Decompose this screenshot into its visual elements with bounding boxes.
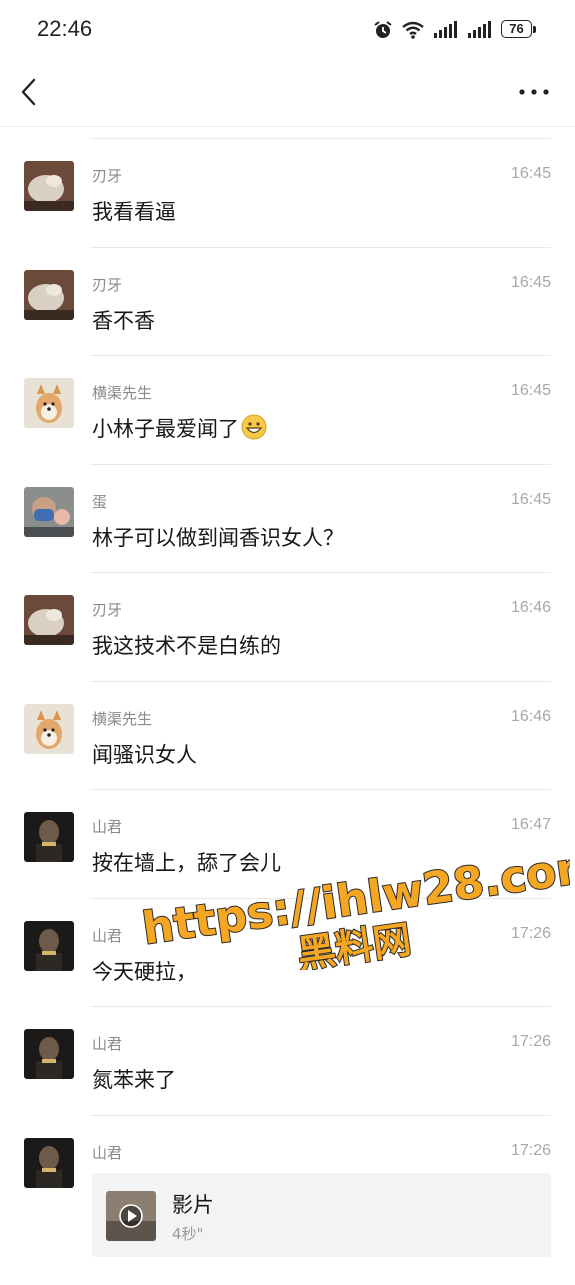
message-item[interactable]: 山君 17:26 影片 4秒" bbox=[0, 1114, 575, 1285]
message-list: 刃牙 16:45 我看看逼 刃牙 16:45 香不香 横渠先生 16:45 小林… bbox=[0, 138, 575, 1285]
sender-name: 蛋 bbox=[92, 492, 108, 511]
message-time: 16:45 bbox=[510, 273, 551, 291]
sender-name: 山君 bbox=[92, 926, 123, 945]
message-time: 16:46 bbox=[510, 707, 551, 725]
dog-avatar[interactable] bbox=[24, 378, 74, 428]
signal-icon-sim1 bbox=[434, 21, 457, 38]
divider bbox=[90, 1114, 551, 1116]
dog-avatar[interactable] bbox=[24, 703, 74, 754]
sender-name: 山君 bbox=[92, 1035, 123, 1053]
video-message-card[interactable]: 影片 4秒" bbox=[92, 1172, 551, 1257]
dark-portrait-avatar[interactable] bbox=[24, 920, 74, 971]
message-time: 17:26 bbox=[510, 924, 551, 942]
message-time: 16:47 bbox=[510, 816, 551, 833]
more-dots-icon bbox=[519, 89, 549, 95]
dark-portrait-avatar[interactable] bbox=[24, 1029, 74, 1079]
alarm-icon bbox=[374, 21, 392, 38]
signal-icon-sim2 bbox=[468, 21, 491, 38]
status-icons: 76 bbox=[373, 18, 537, 42]
back-button[interactable] bbox=[16, 74, 46, 110]
message-item[interactable]: 山君 17:26 氮苯来了 bbox=[0, 1006, 575, 1115]
divider bbox=[90, 680, 551, 682]
wifi-icon bbox=[402, 21, 424, 39]
battery-level: 76 bbox=[509, 21, 524, 36]
cat-avatar[interactable] bbox=[24, 595, 74, 645]
divider bbox=[90, 355, 551, 356]
cat-avatar[interactable] bbox=[24, 161, 74, 211]
sender-name: 刃牙 bbox=[92, 601, 123, 619]
message-item[interactable]: 横渠先生 16:46 闻骚识女人 bbox=[0, 680, 575, 790]
divider bbox=[90, 789, 551, 790]
divider bbox=[90, 246, 551, 248]
message-text[interactable]: 小林子最爱闻了 bbox=[92, 413, 267, 443]
message-text[interactable]: 闻骚识女人 bbox=[92, 739, 197, 769]
message-text[interactable]: 今天硬拉， bbox=[92, 956, 197, 986]
message-text[interactable]: 氮苯来了 bbox=[92, 1064, 176, 1094]
message-time: 17:26 bbox=[510, 1033, 551, 1050]
message-time: 17:26 bbox=[510, 1141, 551, 1159]
message-text[interactable]: 我这技术不是白练的 bbox=[92, 630, 281, 660]
message-item[interactable]: 山君 17:26 今天硬拉， bbox=[0, 897, 575, 1007]
dark-portrait-avatar[interactable] bbox=[24, 1137, 74, 1188]
message-time: 16:45 bbox=[510, 382, 551, 399]
sender-name: 横渠先生 bbox=[92, 384, 153, 402]
sender-name: 山君 bbox=[92, 818, 123, 836]
message-time: 16:46 bbox=[510, 599, 551, 616]
message-time: 16:45 bbox=[510, 165, 551, 182]
video-thumbnail[interactable] bbox=[106, 1190, 156, 1241]
status-bar: 22:46 76 bbox=[0, 0, 575, 60]
message-time: 16:45 bbox=[510, 490, 551, 508]
sender-name: 刃牙 bbox=[92, 167, 123, 185]
grinning-face-emoji bbox=[241, 414, 267, 440]
divider bbox=[90, 1006, 551, 1007]
message-item[interactable]: 刃牙 16:45 我看看逼 bbox=[0, 138, 575, 247]
sender-name: 刃牙 bbox=[92, 275, 123, 294]
cat-avatar[interactable] bbox=[24, 269, 74, 320]
message-text[interactable]: 按在墙上，舔了会儿 bbox=[92, 847, 281, 877]
divider bbox=[90, 572, 551, 573]
video-title: 影片 bbox=[172, 1192, 214, 1217]
video-duration: 4秒" bbox=[172, 1224, 204, 1243]
more-options-button[interactable] bbox=[517, 80, 551, 104]
message-text[interactable]: 香不香 bbox=[92, 305, 155, 335]
nav-bar bbox=[0, 60, 575, 127]
dark-portrait-avatar[interactable] bbox=[24, 812, 74, 862]
message-item[interactable]: 横渠先生 16:45 小林子最爱闻了 bbox=[0, 355, 575, 464]
masked-person-avatar[interactable] bbox=[24, 486, 74, 537]
battery-icon: 76 bbox=[501, 20, 537, 40]
message-text[interactable]: 我看看逼 bbox=[92, 196, 176, 226]
sender-name: 横渠先生 bbox=[92, 709, 153, 728]
divider bbox=[90, 897, 551, 899]
message-text[interactable]: 林子可以做到闻香识女人？ bbox=[92, 522, 344, 552]
message-item[interactable]: 山君 16:47 按在墙上，舔了会儿 bbox=[0, 789, 575, 898]
divider bbox=[90, 463, 551, 465]
status-time: 22:46 bbox=[37, 16, 93, 41]
chevron-left-icon bbox=[21, 78, 36, 106]
message-text-content: 小林子最爱闻了 bbox=[92, 417, 239, 441]
sender-name: 山君 bbox=[92, 1143, 123, 1162]
message-item[interactable]: 蛋 16:45 林子可以做到闻香识女人？ bbox=[0, 463, 575, 573]
message-item[interactable]: 刃牙 16:46 我这技术不是白练的 bbox=[0, 572, 575, 681]
divider bbox=[90, 138, 551, 139]
message-item[interactable]: 刃牙 16:45 香不香 bbox=[0, 246, 575, 356]
